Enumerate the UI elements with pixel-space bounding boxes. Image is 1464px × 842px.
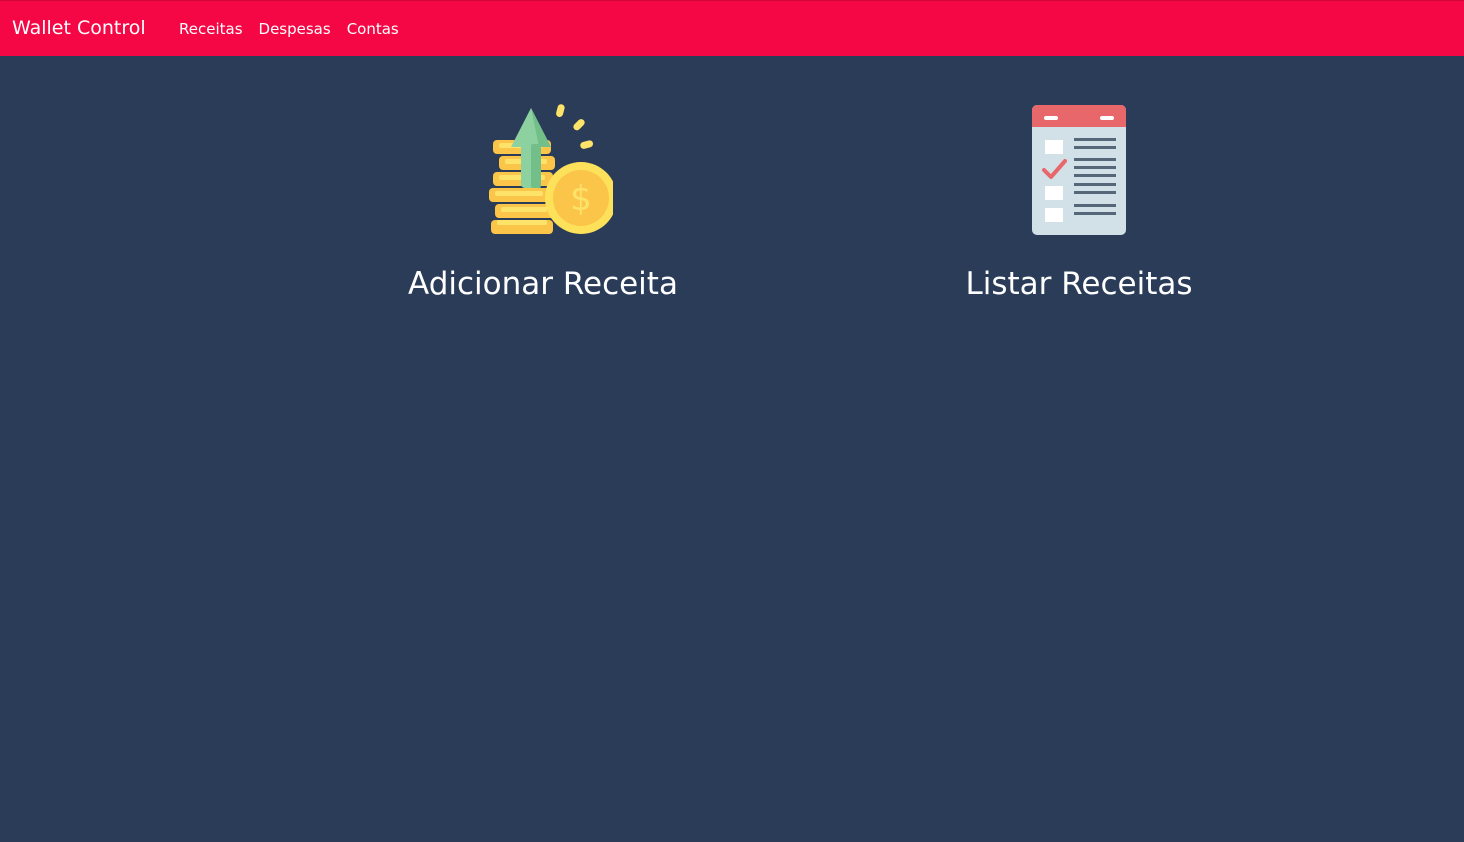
add-income-title[interactable]: Adicionar Receita	[408, 264, 678, 304]
nav-link-despesas[interactable]: Despesas	[259, 19, 331, 39]
add-income-card[interactable]: $ Adicionar Receita	[343, 100, 743, 304]
list-income-card[interactable]: Listar Receitas	[879, 100, 1279, 304]
svg-text:$: $	[570, 179, 592, 219]
checklist-icon	[1032, 105, 1126, 235]
list-income-title[interactable]: Listar Receitas	[965, 264, 1192, 304]
nav-link-contas[interactable]: Contas	[347, 19, 399, 39]
nav-link-receitas[interactable]: Receitas	[179, 19, 243, 39]
top-navbar: Wallet Control Receitas Despesas Contas	[0, 0, 1464, 56]
brand-link[interactable]: Wallet Control	[12, 16, 146, 40]
nav-menu: Receitas Despesas Contas	[179, 19, 399, 39]
coins-arrow-up-icon: $	[489, 104, 613, 234]
